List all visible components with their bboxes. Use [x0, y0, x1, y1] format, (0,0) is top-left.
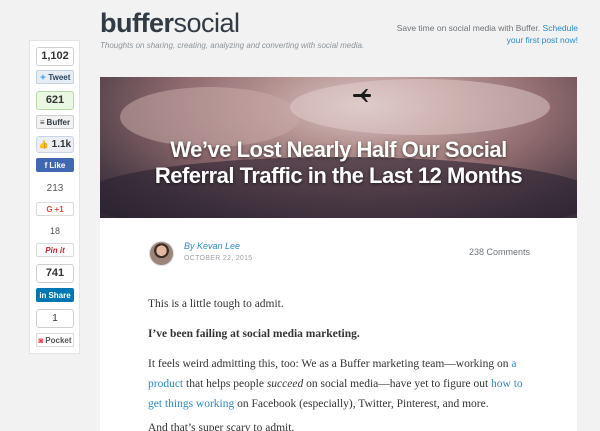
linkedin-count: 741: [36, 264, 74, 283]
facebook-count: 1.1k: [51, 139, 72, 150]
share-sidebar: 1,102 ✦ Tweet 621 ≡ Buffer 👍 1.1k f Like…: [29, 40, 80, 354]
author-avatar[interactable]: [149, 241, 174, 266]
pocket-icon: ◙: [38, 335, 44, 345]
pocket-label: Pocket: [45, 335, 72, 345]
linkedin-share-label: Share: [48, 290, 71, 300]
pinterest-count: 18: [36, 223, 74, 239]
author-link[interactable]: By Kevan Lee: [184, 241, 240, 251]
p3-text-d: on Facebook (especially), Twitter, Pinte…: [234, 398, 489, 410]
facebook-count-box: 👍 1.1k: [36, 136, 74, 153]
brand-logo[interactable]: buffersocial: [100, 8, 240, 39]
twitter-count: 1,102: [36, 47, 74, 66]
promo-message: Save time on social media with Buffer.: [396, 23, 541, 33]
hero-image: We’ve Lost Nearly Half Our Social Referr…: [100, 77, 577, 218]
buffer-stack-icon: ≡: [39, 117, 45, 127]
tweet-button[interactable]: ✦ Tweet: [36, 70, 74, 84]
facebook-like-button[interactable]: f Like: [36, 158, 74, 172]
pin-it-label: Pin it: [45, 245, 65, 255]
article-title: We’ve Lost Nearly Half Our Social Referr…: [100, 137, 577, 189]
googleplus-button[interactable]: G +1: [36, 202, 74, 216]
promo-text: Save time on social media with Buffer. S…: [388, 22, 578, 46]
thumbs-up-icon: 👍: [38, 140, 49, 149]
tweet-label: Tweet: [48, 72, 71, 82]
brand-part-social: social: [173, 8, 241, 38]
pocket-count: 1: [36, 309, 74, 328]
googleplus-count: 213: [36, 181, 74, 197]
p3-emphasis: succeed: [266, 378, 304, 390]
brand-part-buffer: buffer: [100, 8, 174, 38]
buffer-count: 621: [36, 91, 74, 110]
p3-text-c: on social media—have yet to figure out: [303, 378, 492, 390]
tagline: Thoughts on sharing, creating, analyzing…: [100, 41, 365, 50]
paragraph-1: This is a little tough to admit.: [148, 298, 284, 310]
title-line-1: We’ve Lost Nearly Half Our Social: [170, 137, 507, 162]
pocket-button[interactable]: ◙ Pocket: [36, 333, 74, 347]
article-card: We’ve Lost Nearly Half Our Social Referr…: [100, 77, 577, 431]
google-g-icon: G: [46, 204, 53, 214]
pinterest-button[interactable]: Pin it: [36, 243, 74, 257]
twitter-bird-icon: ✦: [39, 72, 47, 82]
comments-link[interactable]: 238 Comments: [469, 247, 530, 257]
p3-text-a: It feels weird admitting this, too: We a…: [148, 358, 512, 370]
title-line-2: Referral Traffic in the Last 12 Months: [154, 163, 523, 188]
linkedin-icon: in: [39, 290, 47, 300]
paragraph-4: And that’s super scary to admit.: [148, 422, 295, 431]
facebook-icon: f: [44, 160, 48, 170]
p3-text-b: that helps people: [183, 378, 267, 390]
buffer-button[interactable]: ≡ Buffer: [36, 115, 74, 129]
post-date: OCTOBER 22, 2015: [184, 255, 253, 262]
linkedin-share-button[interactable]: in Share: [36, 288, 74, 302]
paragraph-3: It feels weird admitting this, too: We a…: [148, 354, 538, 414]
buffer-label: Buffer: [46, 117, 71, 127]
paragraph-2: I’ve been failing at social media market…: [148, 328, 360, 340]
like-label: Like: [49, 160, 66, 170]
googleplus-label: +1: [54, 204, 64, 214]
